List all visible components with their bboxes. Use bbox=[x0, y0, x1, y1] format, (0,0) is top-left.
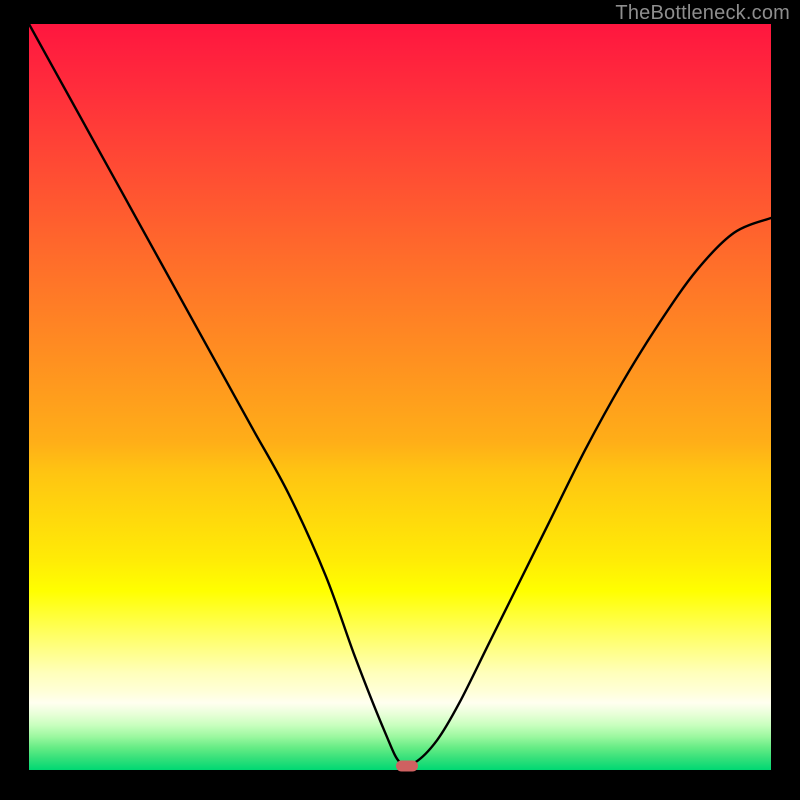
chart-frame: TheBottleneck.com bbox=[0, 0, 800, 800]
optimal-marker bbox=[396, 760, 418, 771]
plot-area bbox=[29, 24, 771, 770]
watermark-text: TheBottleneck.com bbox=[615, 2, 790, 25]
bottleneck-curve bbox=[29, 24, 771, 770]
